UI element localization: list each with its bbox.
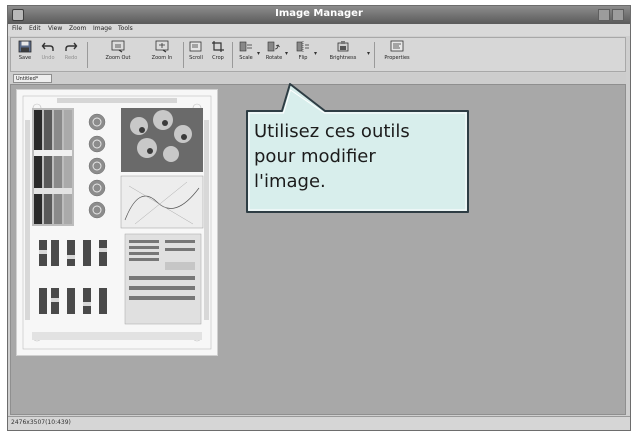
callout-text: Utilisez ces outils pour modifier l'imag… (254, 119, 464, 194)
callout-bubble (246, 83, 469, 213)
callout-line-3: l'image. (254, 171, 326, 192)
callout-line-1: Utilisez ces outils (254, 121, 410, 142)
callout-line-2: pour modifier (254, 146, 376, 167)
